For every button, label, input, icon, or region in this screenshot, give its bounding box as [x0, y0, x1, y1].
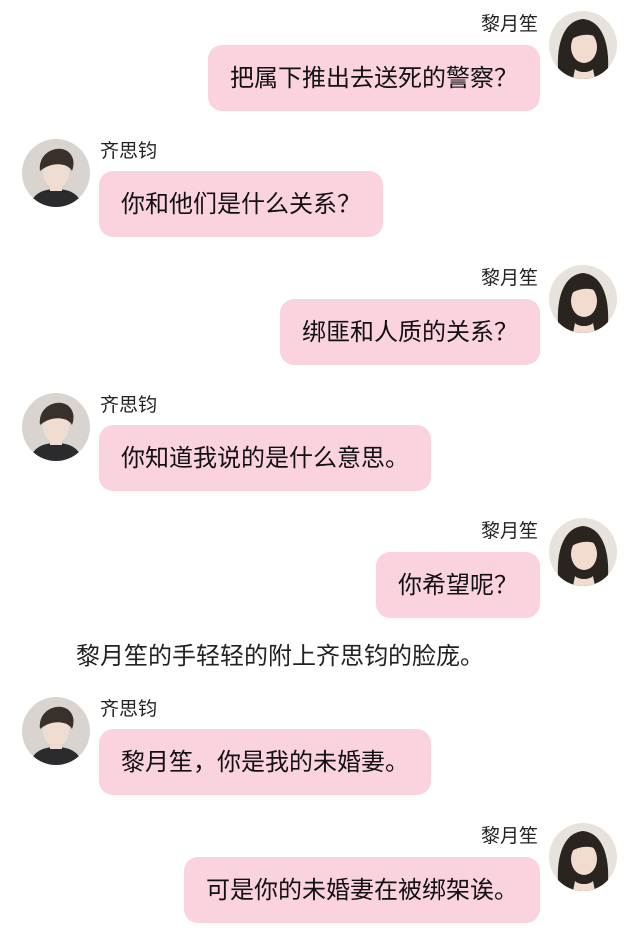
- female-avatar-icon: [549, 265, 617, 333]
- sender-name: 黎月笙: [480, 267, 538, 289]
- male-avatar-icon: [22, 697, 90, 765]
- sender-name: 齐思钧: [100, 698, 158, 720]
- chat-message-right: 黎月笙 绑匪和人质的关系？: [0, 254, 640, 366]
- message-bubble[interactable]: 你知道我说的是什么意思。: [99, 425, 431, 491]
- message-bubble[interactable]: 把属下推出去送死的警察？: [208, 45, 540, 111]
- chat-message-right: 黎月笙 你希望呢？: [0, 507, 640, 619]
- sender-name: 黎月笙: [480, 13, 538, 35]
- female-avatar-icon: [549, 11, 617, 79]
- female-avatar[interactable]: [549, 265, 617, 333]
- female-avatar[interactable]: [549, 11, 617, 79]
- male-avatar-icon: [22, 393, 90, 461]
- male-avatar[interactable]: [22, 139, 90, 207]
- sender-name: 黎月笙: [480, 825, 538, 847]
- message-bubble[interactable]: 绑匪和人质的关系？: [280, 299, 540, 365]
- chat-message-right: 黎月笙 把属下推出去送死的警察？: [0, 0, 640, 112]
- male-avatar[interactable]: [22, 697, 90, 765]
- message-bubble[interactable]: 黎月笙，你是我的未婚妻。: [99, 729, 431, 795]
- message-bubble[interactable]: 你希望呢？: [376, 552, 540, 618]
- female-avatar[interactable]: [549, 823, 617, 891]
- male-avatar[interactable]: [22, 393, 90, 461]
- chat-message-left: 齐思钧 你知道我说的是什么意思。: [0, 390, 640, 502]
- message-bubble[interactable]: 你和他们是什么关系？: [99, 171, 383, 237]
- sender-name: 齐思钧: [100, 394, 158, 416]
- sender-name: 黎月笙: [480, 520, 538, 542]
- female-avatar-icon: [549, 518, 617, 586]
- sender-name: 齐思钧: [100, 140, 158, 162]
- male-avatar-icon: [22, 139, 90, 207]
- female-avatar[interactable]: [549, 518, 617, 586]
- narration-text: 黎月笙的手轻轻的附上齐思钧的脸庞。: [76, 642, 484, 670]
- message-bubble[interactable]: 可是你的未婚妻在被绑架诶。: [184, 857, 540, 923]
- chat-message-left: 齐思钧 黎月笙，你是我的未婚妻。: [0, 694, 640, 806]
- female-avatar-icon: [549, 823, 617, 891]
- chat-message-left: 齐思钧 你和他们是什么关系？: [0, 136, 640, 248]
- chat-message-right: 黎月笙 可是你的未婚妻在被绑架诶。: [0, 812, 640, 924]
